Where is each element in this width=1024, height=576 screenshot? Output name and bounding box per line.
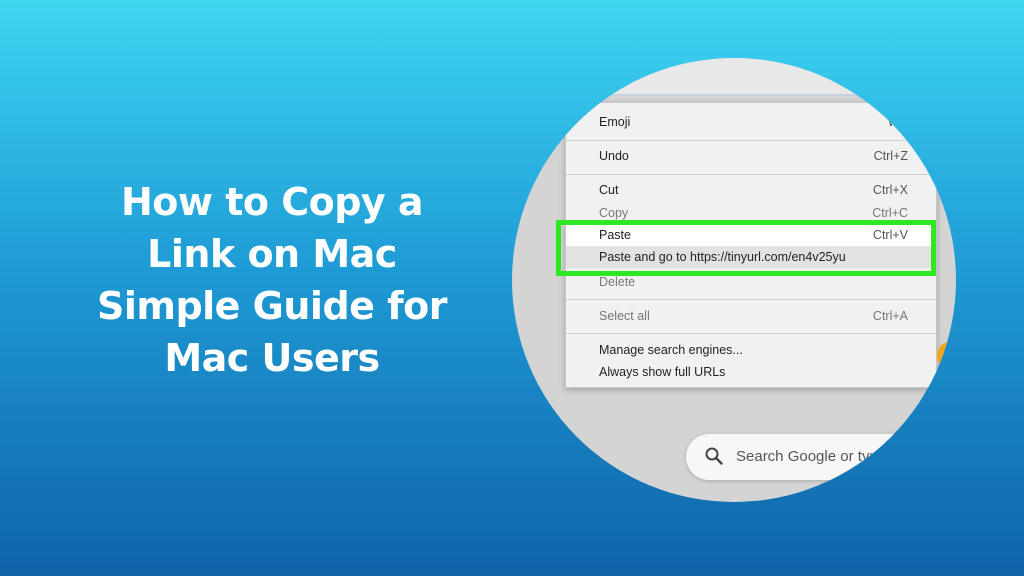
search-box[interactable]: Search Google or type xyxy=(686,434,956,480)
menu-separator xyxy=(566,140,936,141)
menu-item-label: Always show full URLs xyxy=(599,365,726,379)
headline-line-1: How to Copy a xyxy=(120,180,424,224)
menu-item-cut[interactable]: Cut Ctrl+X xyxy=(566,179,936,201)
menu-item-shortcut: Ctrl+A xyxy=(872,309,908,323)
headline-line-3: Simple Guide for xyxy=(96,284,448,328)
browser-address-bar xyxy=(512,58,956,96)
headline: How to Copy a Link on Mac Simple Guide f… xyxy=(72,176,472,384)
headline-line-4: Mac Users xyxy=(164,336,380,380)
menu-item-label: Undo xyxy=(599,149,629,163)
menu-separator xyxy=(566,174,936,175)
menu-item-shortcut: Win+Per xyxy=(887,115,936,129)
search-icon xyxy=(705,447,723,465)
menu-item-label: Select all xyxy=(599,309,650,323)
partial-app-icon xyxy=(937,342,956,370)
menu-item-label: Emoji xyxy=(599,115,631,129)
menu-item-shortcut: Ctrl+X xyxy=(872,183,908,197)
search-placeholder: Search Google or type xyxy=(736,448,887,465)
menu-item-label: Cut xyxy=(599,183,619,197)
menu-item-manage-search-engines[interactable]: Manage search engines... xyxy=(566,339,936,361)
menu-item-label: Manage search engines... xyxy=(599,343,743,357)
menu-separator xyxy=(566,333,936,334)
paste-highlight-box xyxy=(556,220,936,276)
menu-item-emoji[interactable]: Emoji Win+Per xyxy=(566,111,936,133)
menu-item-select-all[interactable]: Select all Ctrl+A xyxy=(566,305,936,327)
menu-separator xyxy=(566,299,936,300)
headline-line-2: Link on Mac xyxy=(147,232,397,276)
menu-item-always-show-full-urls[interactable]: Always show full URLs xyxy=(566,361,936,383)
menu-item-undo[interactable]: Undo Ctrl+Z xyxy=(566,145,936,167)
menu-item-shortcut: Ctrl+Z xyxy=(873,149,908,163)
zoomed-screenshot-circle: Emoji Win+Per Undo Ctrl+Z Cut Ctrl+X Cop… xyxy=(512,58,956,502)
